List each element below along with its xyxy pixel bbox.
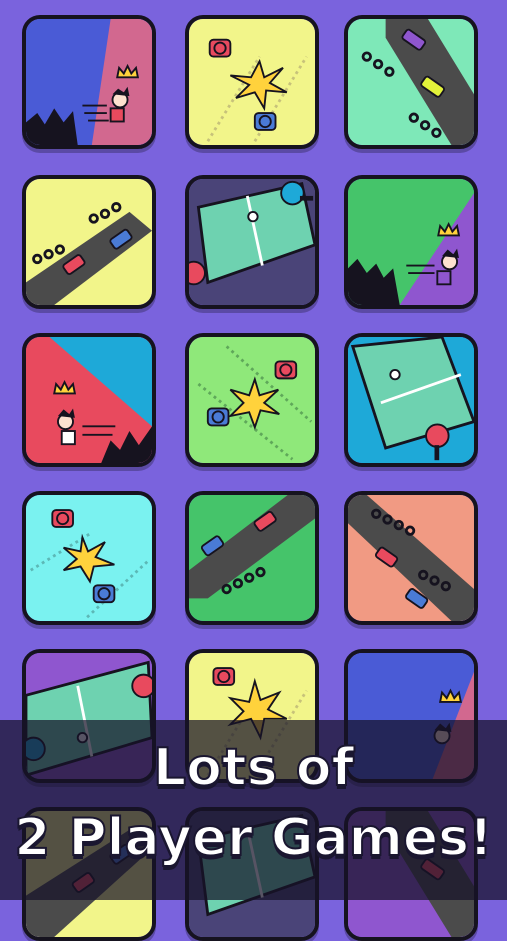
tank-red <box>208 38 232 58</box>
tank-red <box>212 667 236 686</box>
tank-red <box>51 509 74 528</box>
game-tile-racing[interactable] <box>344 491 478 625</box>
table-tennis-scene <box>189 179 315 305</box>
tank-battle-scene <box>189 337 315 463</box>
tank-blue <box>92 584 116 604</box>
tank-battle-scene <box>26 495 152 621</box>
racing-scene <box>348 495 474 621</box>
runner-scene <box>26 19 152 145</box>
racing-scene <box>189 495 315 621</box>
tank-blue <box>253 112 277 131</box>
game-tile-runner[interactable] <box>344 175 478 309</box>
paddle-icon <box>189 260 206 286</box>
game-tile-racing[interactable] <box>344 15 478 149</box>
table-tennis-scene <box>348 337 474 463</box>
game-tile-table-tennis[interactable] <box>344 333 478 467</box>
game-tile-runner[interactable] <box>22 15 156 149</box>
game-tile-racing[interactable] <box>185 491 319 625</box>
tank-red <box>274 360 298 380</box>
paddle-icon <box>131 673 152 699</box>
racing-scene <box>26 179 152 305</box>
promo-headline-line2: 2 Player Games! <box>13 807 494 869</box>
tank-battle-scene <box>189 19 315 145</box>
tank-blue <box>206 407 230 427</box>
game-tile-runner[interactable] <box>22 333 156 467</box>
runner-scene <box>348 179 474 305</box>
game-tile-racing[interactable] <box>22 175 156 309</box>
racing-scene <box>348 19 474 145</box>
runner-scene <box>26 337 152 463</box>
game-tile-tank-battle[interactable] <box>185 15 319 149</box>
promo-headline-line1: Lots of <box>152 737 355 799</box>
game-tile-tank-battle[interactable] <box>185 333 319 467</box>
game-tile-tank-battle[interactable] <box>22 491 156 625</box>
game-tile-table-tennis[interactable] <box>185 175 319 309</box>
